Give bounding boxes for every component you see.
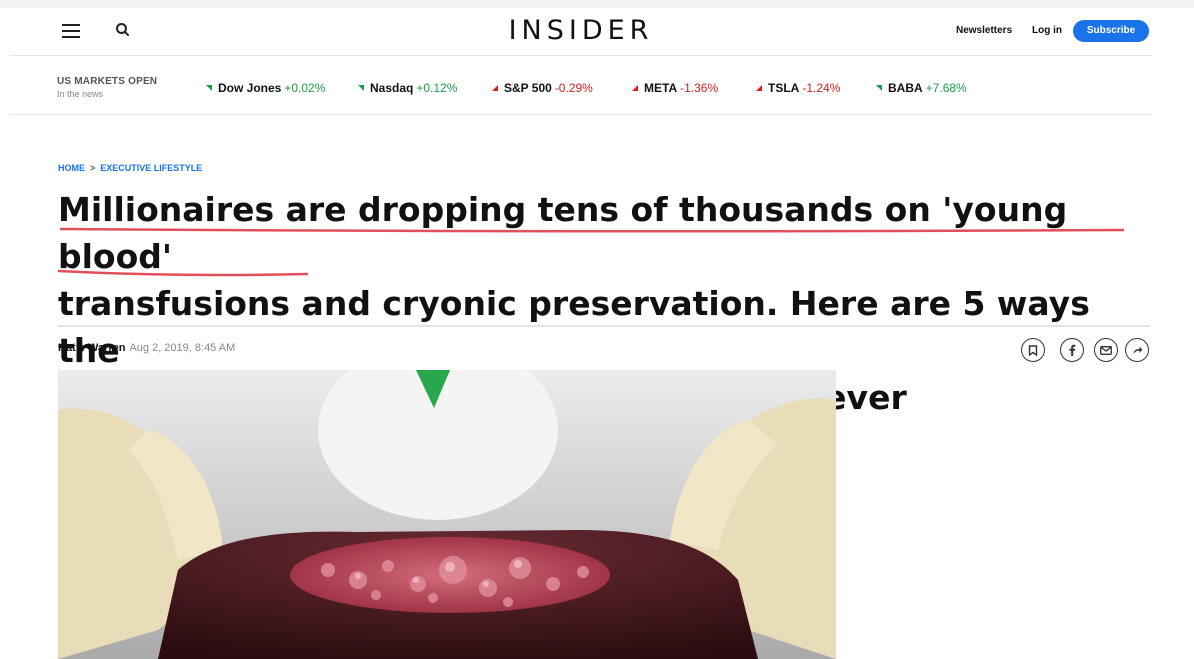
highlight-underline xyxy=(58,269,308,277)
up-arrow-icon xyxy=(876,85,882,91)
breadcrumb-section[interactable]: EXECUTIVE LIFESTYLE xyxy=(100,163,202,173)
publish-date: Aug 2, 2019, 8:45 AM xyxy=(129,342,236,354)
ticker-meta[interactable]: META -1.36% xyxy=(632,81,718,95)
breadcrumb: HOME > EXECUTIVE LIFESTYLE xyxy=(58,163,202,173)
author-name[interactable]: Katie Warren xyxy=(58,342,125,354)
up-arrow-icon xyxy=(206,85,212,91)
ticker-dow-jones[interactable]: Dow Jones +0.02% xyxy=(206,81,325,95)
divider xyxy=(58,325,1150,327)
highlight-underline xyxy=(60,227,1124,233)
browser-gutter xyxy=(0,0,1194,8)
down-arrow-icon xyxy=(632,85,638,91)
up-arrow-icon xyxy=(358,85,364,91)
ticker-change: -1.36% xyxy=(680,81,719,95)
ticker-tsla[interactable]: TSLA -1.24% xyxy=(756,81,840,95)
ticker-change: +0.02% xyxy=(284,81,326,95)
markets-bar: US MARKETS OPEN In the news Dow Jones +0.… xyxy=(10,57,1152,115)
ticker-change: +0.12% xyxy=(416,81,458,95)
bookmark-icon[interactable] xyxy=(1021,338,1045,362)
ticker-sp500[interactable]: S&P 500 -0.29% xyxy=(492,81,593,95)
ticker-change: -1.24% xyxy=(802,81,841,95)
share-arrow-icon[interactable] xyxy=(1125,338,1149,362)
ticker-name: META xyxy=(644,81,678,95)
breadcrumb-separator: > xyxy=(90,163,96,173)
byline: Katie Warren Aug 2, 2019, 8:45 AM xyxy=(58,342,235,354)
headline-line: transfusions and cryonic preservation. H… xyxy=(58,284,1090,370)
ticker-name: Dow Jones xyxy=(218,81,282,95)
site-header: INSIDER Newsletters Log in Subscribe xyxy=(10,8,1152,56)
down-arrow-icon xyxy=(492,85,498,91)
subscribe-button[interactable]: Subscribe xyxy=(1073,20,1149,42)
down-arrow-icon xyxy=(756,85,762,91)
email-icon[interactable] xyxy=(1094,338,1118,362)
breadcrumb-home[interactable]: HOME xyxy=(58,163,85,173)
page: INSIDER Newsletters Log in Subscribe US … xyxy=(10,8,1152,659)
facebook-icon[interactable] xyxy=(1060,338,1084,362)
market-status: US MARKETS OPEN xyxy=(57,76,158,87)
login-link[interactable]: Log in xyxy=(1032,25,1062,36)
ticker-baba[interactable]: BABA +7.68% xyxy=(876,81,967,95)
headline-line: Millionaires are dropping tens of thousa… xyxy=(58,190,1068,276)
hero-image-blood-bag xyxy=(58,370,836,659)
ticker-name: Nasdaq xyxy=(370,81,414,95)
newsletters-link[interactable]: Newsletters xyxy=(956,25,1012,36)
ticker-name: S&P 500 xyxy=(504,81,552,95)
ticker-nasdaq[interactable]: Nasdaq +0.12% xyxy=(358,81,457,95)
ticker-change: +7.68% xyxy=(925,81,967,95)
ticker-name: BABA xyxy=(888,81,923,95)
ticker-change: -0.29% xyxy=(554,81,593,95)
market-subtitle: In the news xyxy=(57,89,104,99)
ticker-name: TSLA xyxy=(768,81,800,95)
